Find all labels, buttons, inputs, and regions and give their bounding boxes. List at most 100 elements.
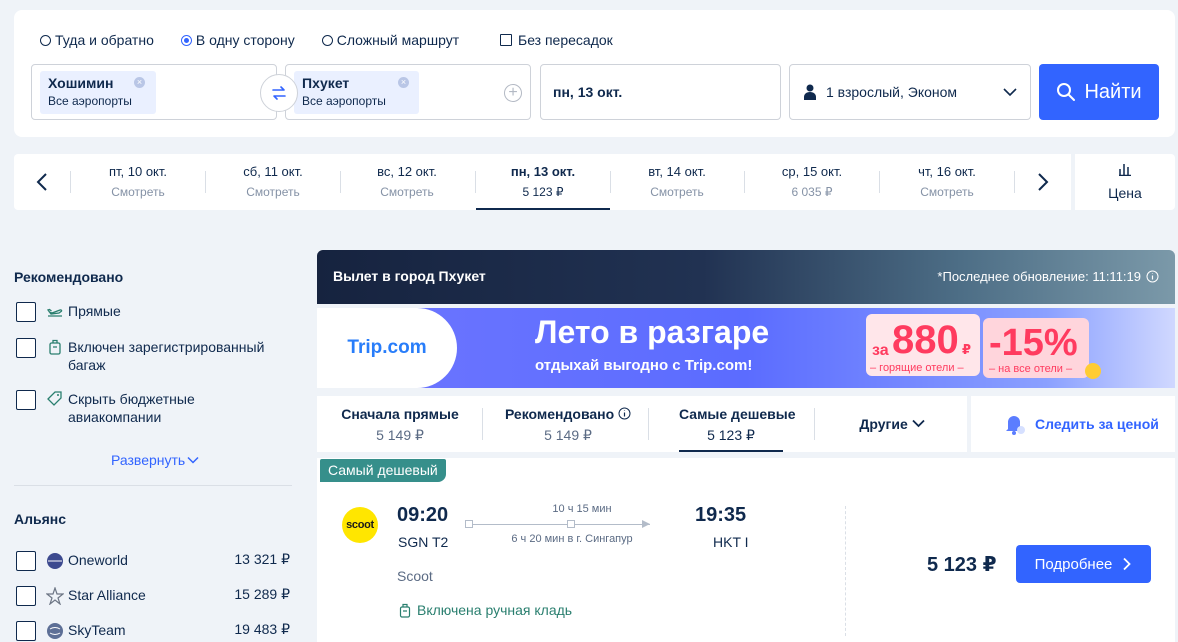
sort-other-label: Другие (827, 416, 957, 432)
date-prev-button[interactable] (30, 170, 54, 194)
price-chart-tab[interactable]: Цена (1075, 154, 1175, 210)
info-icon[interactable] (618, 407, 631, 420)
price-alert-label: Следить за ценой (1035, 416, 1159, 432)
chevron-right-icon (1123, 557, 1132, 571)
date-option-1[interactable]: сб, 11 окт. Смотреть (206, 154, 340, 210)
filter-checked-baggage[interactable]: Включен зарегистрированный багаж (16, 338, 276, 374)
direct-only-box[interactable] (500, 34, 512, 46)
results-header: Вылет в город Пхукет *Последнее обновлен… (317, 250, 1175, 304)
person-icon (804, 84, 816, 100)
sort-other[interactable]: Другие (827, 396, 957, 452)
filter-baggage-checkbox[interactable] (16, 338, 36, 358)
origin-clear-icon[interactable]: × (134, 77, 145, 88)
date-next-button[interactable] (1031, 170, 1055, 194)
sort-label: Самые дешевые (679, 406, 796, 422)
baggage-label: Включена ручная кладь (417, 602, 573, 618)
radio-multi-city[interactable]: Сложный маршрут (321, 32, 460, 48)
filter-alliance-oneworld[interactable]: Oneworld 13 321 ₽ (16, 551, 292, 571)
filter-star-price: 15 289 ₽ (234, 586, 290, 602)
passengers-field[interactable]: 1 взрослый, Эконом (789, 64, 1031, 120)
star-alliance-icon (46, 587, 64, 605)
chevron-right-icon (1038, 173, 1049, 191)
filter-direct-checkbox[interactable] (16, 302, 36, 322)
chevron-down-icon (187, 456, 199, 464)
radio-one-way[interactable]: В одну сторону (180, 32, 295, 48)
sort-direct-first[interactable]: Сначала прямые 5 149 ₽ (337, 396, 463, 452)
filter-oneworld-checkbox[interactable] (16, 551, 36, 571)
date-option-label: пн, 13 окт. (510, 164, 576, 179)
filter-budget-checkbox[interactable] (16, 390, 36, 410)
date-option-price: 6 035 ₽ (791, 185, 833, 199)
filters-divider (14, 485, 292, 486)
filter-skyteam-checkbox[interactable] (16, 621, 36, 641)
sort-label: Сначала прямые (341, 406, 459, 422)
date-option-label: ср, 15 окт. (781, 164, 843, 179)
date-option-3[interactable]: пн, 13 окт. 5 123 ₽ (476, 154, 610, 210)
radio-one-way-dot[interactable] (180, 34, 192, 46)
origin-city: Хошимин (48, 75, 114, 91)
arrive-airport: HKT I (713, 534, 749, 550)
filter-star-checkbox[interactable] (16, 586, 36, 606)
sort-label: Рекомендовано (498, 406, 638, 422)
info-icon[interactable] (1146, 270, 1159, 283)
promo2-value: -15% (989, 322, 1078, 364)
date-field[interactable]: пн, 13 окт. (540, 64, 781, 120)
radio-round-trip[interactable]: Туда и обратно (40, 32, 154, 48)
sort-other-text: Другие (859, 416, 908, 432)
add-destination-icon[interactable]: + (504, 84, 522, 102)
date-option-4[interactable]: вт, 14 окт. Смотреть (610, 154, 744, 210)
filter-alliance-star[interactable]: Star Alliance 15 289 ₽ (16, 586, 292, 606)
carry-on-icon (399, 603, 411, 618)
origin-chip[interactable]: Хошимин Все аэропорты × (40, 71, 156, 114)
promo-banner[interactable]: Trip.com Лето в разгаре отдыхай выгодно … (317, 308, 1175, 388)
filter-budget-label: Скрыть бюджетные авиакомпании (68, 391, 195, 425)
route-stop-marker (567, 520, 575, 528)
price-alert-button[interactable]: Следить за ценой (971, 396, 1175, 452)
luggage-icon (49, 339, 61, 355)
date-option-price: Смотреть (246, 185, 300, 199)
radio-multi-city-dot[interactable] (321, 34, 333, 46)
sort-recommended[interactable]: Рекомендовано 5 149 ₽ (498, 396, 638, 452)
sort-cheapest[interactable]: Самые дешевые 5 123 ₽ (679, 396, 796, 452)
skyteam-icon (47, 623, 63, 639)
sort-separator (648, 408, 649, 440)
last-update: *Последнее обновление: 11:11:19 (937, 269, 1159, 284)
date-option-0[interactable]: пт, 10 окт. Смотреть (71, 154, 205, 210)
sort-price: 5 149 ₽ (376, 427, 424, 443)
radio-round-trip-dot[interactable] (40, 34, 51, 46)
origin-sub: Все аэропорты (48, 94, 132, 108)
details-button[interactable]: Подробнее (1016, 545, 1151, 583)
date-option-2[interactable]: вс, 12 окт. Смотреть (340, 154, 474, 210)
destination-city: Пхукет (302, 75, 350, 91)
sort-price: 5 123 ₽ (707, 427, 755, 443)
date-strip: пт, 10 окт. Смотреть сб, 11 окт. Смотрет… (14, 154, 1071, 210)
filter-skyteam-price: 19 483 ₽ (234, 621, 290, 637)
radio-one-way-label: В одну сторону (195, 32, 295, 48)
filter-direct[interactable]: Прямые (16, 302, 121, 322)
date-option-price: Смотреть (380, 185, 434, 199)
search-button[interactable]: Найти (1039, 64, 1159, 120)
filter-hide-budget[interactable]: Скрыть бюджетные авиакомпании (16, 390, 246, 426)
date-option-6[interactable]: чт, 16 окт. Смотреть (880, 154, 1014, 210)
direct-only-label: Без пересадок (518, 32, 613, 48)
date-option-5[interactable]: ср, 15 окт. 6 035 ₽ (745, 154, 879, 210)
destination-field[interactable]: Пхукет Все аэропорты × + (285, 64, 531, 120)
destination-chip[interactable]: Пхукет Все аэропорты × (294, 71, 419, 114)
airline-name: Scoot (397, 568, 433, 584)
filter-oneworld-price: 13 321 ₽ (234, 551, 290, 567)
bar-chart-icon (1119, 164, 1131, 177)
search-icon (1057, 83, 1076, 101)
promo-all-hotels: -15% – на все отели – (983, 318, 1089, 378)
destination-clear-icon[interactable]: × (398, 77, 409, 88)
expand-filters-link[interactable]: Развернуть (111, 452, 199, 468)
direct-only-checkbox[interactable]: Без пересадок (500, 32, 613, 48)
swap-button[interactable] (260, 74, 298, 112)
promo1-currency: ₽ (962, 342, 972, 357)
flight-card[interactable]: Самый дешевый scoot 09:20 SGN T2 10 ч 15… (317, 458, 1175, 642)
date-option-label: вс, 12 окт. (377, 164, 437, 179)
banner-subtitle: отдыхай выгодно с Trip.com! (535, 357, 753, 374)
filter-alliance-skyteam[interactable]: SkyTeam 19 483 ₽ (16, 621, 292, 641)
stop-info: 6 ч 20 мин в г. Сингапур (511, 533, 633, 545)
radio-multi-city-label: Сложный маршрут (336, 32, 460, 48)
origin-field[interactable]: Хошимин Все аэропорты × (31, 64, 277, 120)
